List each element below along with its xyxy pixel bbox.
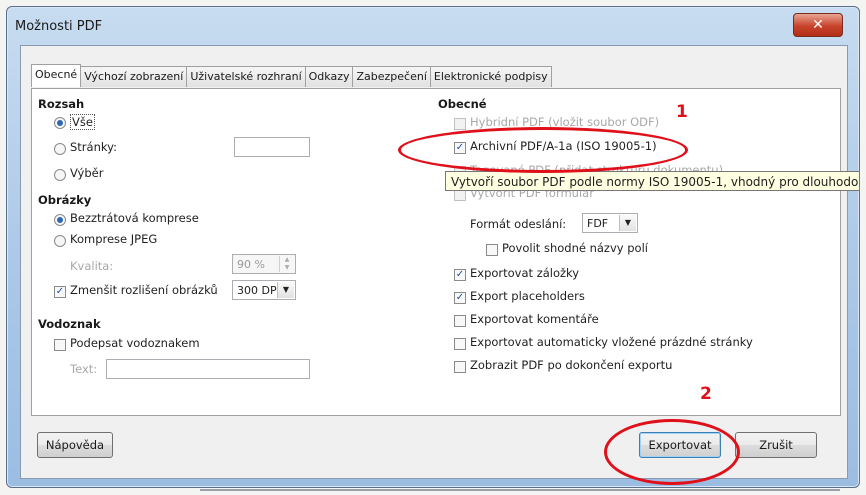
range-all-label: Vše — [70, 114, 95, 130]
dialog-title: Možnosti PDF — [15, 19, 103, 34]
range-selection-label: Výběr — [70, 166, 104, 180]
annotation-ellipse-archive — [398, 127, 688, 173]
archive-tooltip: Vytvoří soubor PDF podle normy ISO 19005… — [445, 171, 860, 191]
general-heading: Obecné — [438, 97, 487, 111]
range-selection-radio[interactable] — [54, 169, 66, 181]
tab-digital-signatures[interactable]: Elektronické podpisy — [429, 66, 552, 87]
range-pages-radio[interactable] — [54, 143, 66, 155]
spin-arrows-icon: ▲ ▼ — [279, 256, 294, 272]
export-placeholders-checkbox[interactable]: ✓ — [454, 292, 466, 304]
tab-security[interactable]: Zabezpečení — [352, 66, 431, 87]
lossless-label: Bezztrátová komprese — [70, 211, 199, 225]
hybrid-pdf-checkbox[interactable] — [454, 118, 466, 130]
tab-general[interactable]: Obecné — [31, 64, 82, 87]
quality-value: 90 % — [237, 258, 265, 271]
dpi-dropdown[interactable]: 300 DPI ▼ — [232, 280, 296, 300]
range-pages-input[interactable] — [234, 137, 310, 157]
chevron-down-icon: ▼ — [619, 215, 636, 231]
background-text-line — [200, 489, 840, 491]
submit-format-label: Formát odeslání: — [470, 217, 567, 231]
dialog-client: Obecné Výchozí zobrazení Uživatelské roz… — [20, 45, 848, 479]
images-heading: Obrázky — [38, 193, 92, 207]
annotation-number-2: 2 — [700, 384, 712, 404]
reduce-resolution-checkbox[interactable]: ✓ — [54, 286, 66, 298]
allow-duplicate-names-label: Povolit shodné názvy polí — [502, 241, 648, 255]
lossless-radio[interactable] — [54, 214, 66, 226]
allow-duplicate-names-checkbox[interactable] — [486, 244, 498, 256]
range-heading: Rozsah — [38, 97, 85, 111]
view-pdf-after-export-label: Zobrazit PDF po dokončení exportu — [470, 358, 673, 372]
sign-watermark-label: Podepsat vodoznakem — [70, 336, 200, 350]
export-comments-checkbox[interactable] — [454, 315, 466, 327]
export-comments-label: Exportovat komentáře — [470, 312, 599, 326]
reduce-resolution-label: Zmenšit rozlišení obrázků — [70, 283, 218, 297]
range-all-radio[interactable] — [54, 117, 66, 129]
export-placeholders-label: Export placeholders — [470, 289, 585, 303]
annotation-ellipse-export — [604, 419, 740, 485]
watermark-heading: Vodoznak — [38, 317, 101, 331]
cancel-button[interactable]: Zrušit — [735, 432, 817, 458]
tab-initial-view[interactable]: Výchozí zobrazení — [80, 66, 188, 87]
tab-strip: Obecné Výchozí zobrazení Uživatelské roz… — [31, 64, 552, 88]
submit-format-value: FDF — [587, 217, 609, 230]
export-bookmarks-checkbox[interactable]: ✓ — [454, 269, 466, 281]
submit-format-dropdown[interactable]: FDF ▼ — [582, 213, 638, 233]
export-blank-pages-label: Exportovat automaticky vložené prázdné s… — [470, 335, 753, 349]
jpeg-radio[interactable] — [54, 235, 66, 247]
help-button[interactable]: Nápověda — [37, 432, 113, 458]
chevron-down-icon: ▼ — [277, 282, 294, 298]
pdf-options-dialog: Možnosti PDF ✕ Obecné Výchozí zobrazení … — [6, 6, 860, 488]
export-bookmarks-label: Exportovat záložky — [470, 266, 580, 280]
export-blank-pages-checkbox[interactable] — [454, 338, 466, 350]
range-pages-label: Stránky: — [70, 140, 117, 154]
quality-label: Kvalita: — [70, 259, 114, 273]
close-button[interactable]: ✕ — [793, 13, 843, 37]
quality-spinbox[interactable]: 90 % ▲ ▼ — [232, 254, 296, 274]
watermark-text-label: Text: — [70, 362, 98, 376]
jpeg-label: Komprese JPEG — [70, 232, 158, 246]
annotation-number-1: 1 — [676, 102, 688, 122]
watermark-text-input[interactable] — [106, 359, 310, 379]
view-pdf-after-export-checkbox[interactable] — [454, 361, 466, 373]
sign-watermark-checkbox[interactable] — [54, 339, 66, 351]
dpi-value: 300 DPI — [237, 284, 280, 297]
tab-user-interface[interactable]: Uživatelské rozhraní — [186, 66, 306, 87]
tab-links[interactable]: Odkazy — [304, 66, 354, 87]
